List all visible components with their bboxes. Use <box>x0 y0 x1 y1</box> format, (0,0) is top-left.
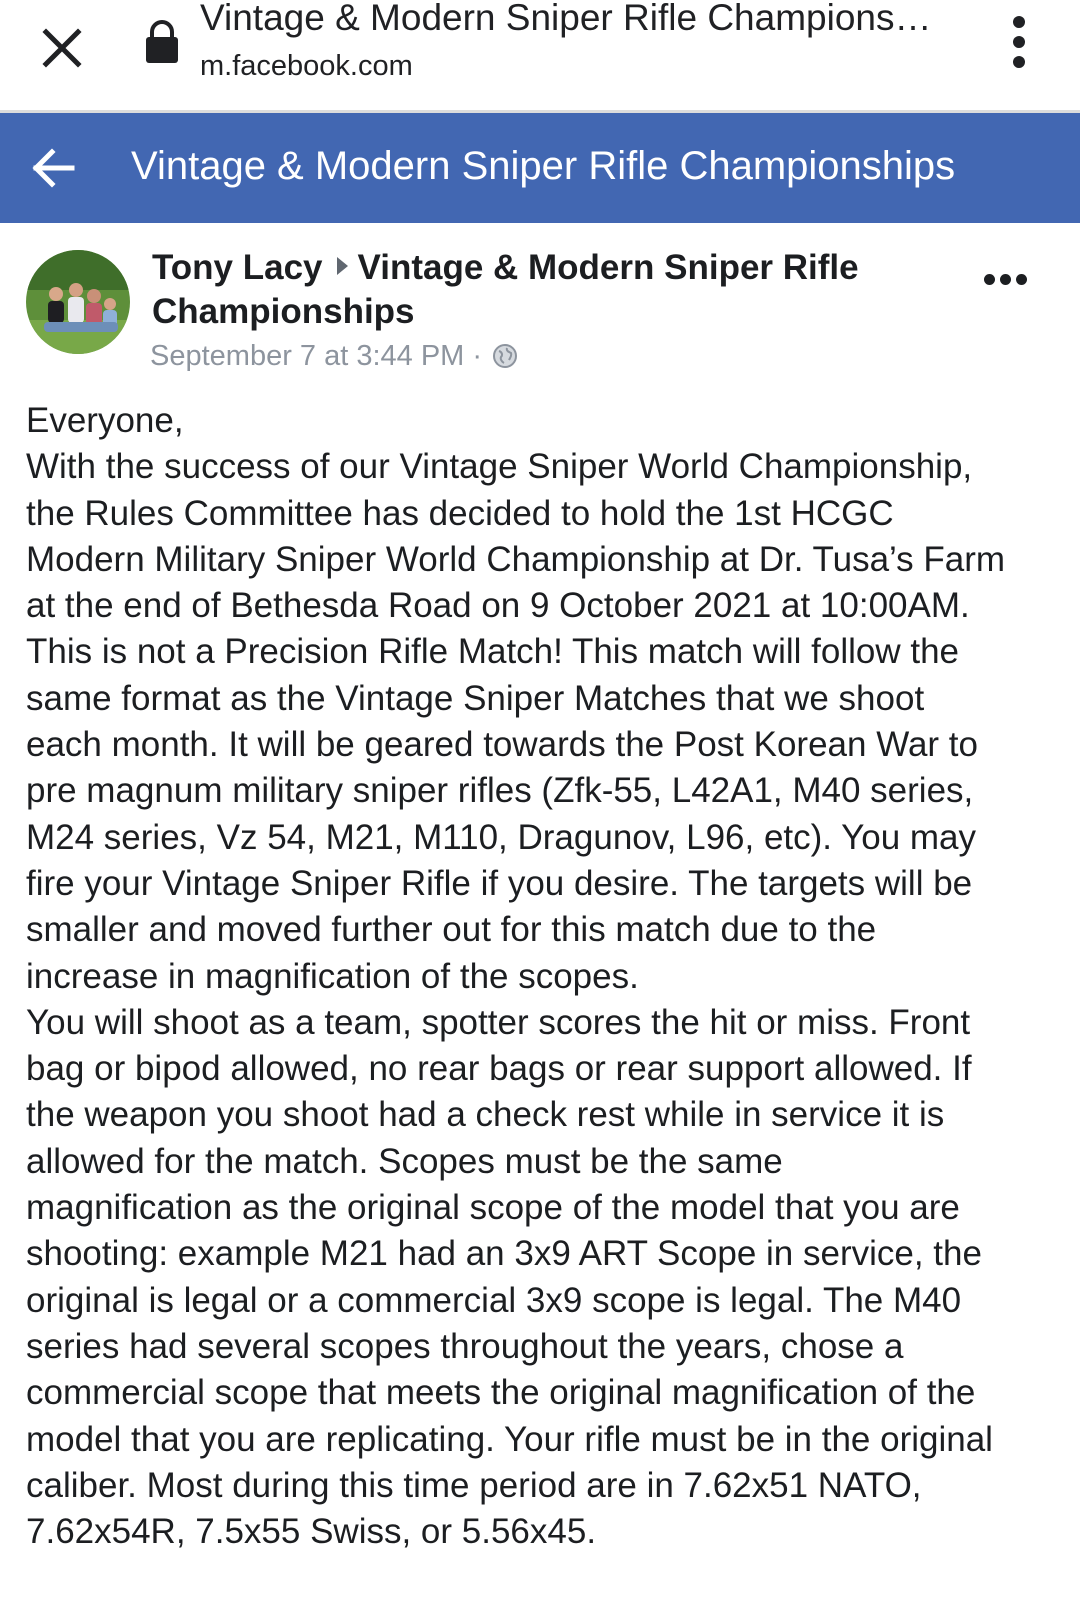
post-body-line: 7.62x54R, 7.5x55 Swiss, or 5.56x45. <box>26 1512 597 1552</box>
browser-toolbar: Vintage & Modern Sniper Rifle Championsh… <box>0 0 1080 113</box>
post-author[interactable]: Tony Lacy <box>152 248 323 287</box>
post-body-line: the Rules Committee has decided to hold … <box>26 493 894 533</box>
caret-right-icon <box>336 257 348 275</box>
post-body-line: same format as the Vintage Sniper Matche… <box>26 678 925 718</box>
post-body-line: series had several scopes throughout the… <box>26 1326 904 1366</box>
post-body-line: Modern Military Sniper World Championshi… <box>26 539 1006 579</box>
fb-group-header: Vintage & Modern Sniper Rifle Championsh… <box>0 113 1080 223</box>
post-body-line: bag or bipod allowed, no rear bags or re… <box>26 1049 972 1089</box>
post-body-line: the weapon you shoot had a check rest wh… <box>26 1095 945 1135</box>
post-body-line: commercial scope that meets the original… <box>26 1373 976 1413</box>
post-body-line: model that you are replicating. Your rif… <box>26 1419 993 1459</box>
post-body-line: This is not a Precision Rifle Match! Thi… <box>26 632 960 672</box>
post-body-line: pre magnum military sniper rifles (Zfk-5… <box>26 771 974 811</box>
close-icon[interactable] <box>30 14 94 78</box>
avatar[interactable] <box>26 250 130 354</box>
post-body-line: shooting: example M21 had an 3x9 ART Sco… <box>26 1234 982 1274</box>
post-body-line: original is legal or a commercial 3x9 sc… <box>26 1280 962 1320</box>
post-meta: September 7 at 3:44 PM · <box>150 338 518 374</box>
post-body-line: magnification as the original scope of t… <box>26 1188 960 1228</box>
lock-icon <box>142 20 182 64</box>
post-body-line: You will shoot as a team, spotter scores… <box>26 1002 971 1042</box>
post-header: Tony Lacy Vintage & Modern Sniper Rifle C… <box>152 246 892 334</box>
fb-header-title: Vintage & Modern Sniper Rifle Championsh… <box>131 144 956 188</box>
post-body-line: at the end of Bethesda Road on 9 October… <box>26 586 970 626</box>
post-body-line: increase in magnification of the scopes. <box>26 956 639 996</box>
browser-url[interactable]: m.facebook.com <box>200 48 413 84</box>
post-body-line: M24 series, Vz 54, M21, M110, Dragunov, … <box>26 817 977 857</box>
post-body: Everyone, With the success of our Vintage… <box>26 398 1066 1555</box>
post-body-line: smaller and moved further out for this m… <box>26 910 877 950</box>
more-horiz-icon[interactable] <box>980 270 1030 290</box>
post-body-line: caliber. Most during this time period ar… <box>26 1465 922 1505</box>
post-body-line: fire your Vintage Sniper Rifle if you de… <box>26 863 973 903</box>
post-body-line: allowed for the match. Scopes must be th… <box>26 1141 783 1181</box>
more-vert-icon[interactable] <box>1000 10 1040 70</box>
post-body-line: With the success of our Vintage Sniper W… <box>26 447 973 487</box>
globe-icon <box>492 342 518 368</box>
post-body-line: each month. It will be geared towards th… <box>26 725 978 765</box>
browser-page-title: Vintage & Modern Sniper Rifle Championsh… <box>200 0 940 38</box>
arrow-back-icon[interactable] <box>30 146 76 190</box>
post-body-line: Everyone, <box>26 401 184 440</box>
meta-separator: · <box>472 340 483 372</box>
post-timestamp[interactable]: September 7 at 3:44 PM <box>150 340 464 372</box>
